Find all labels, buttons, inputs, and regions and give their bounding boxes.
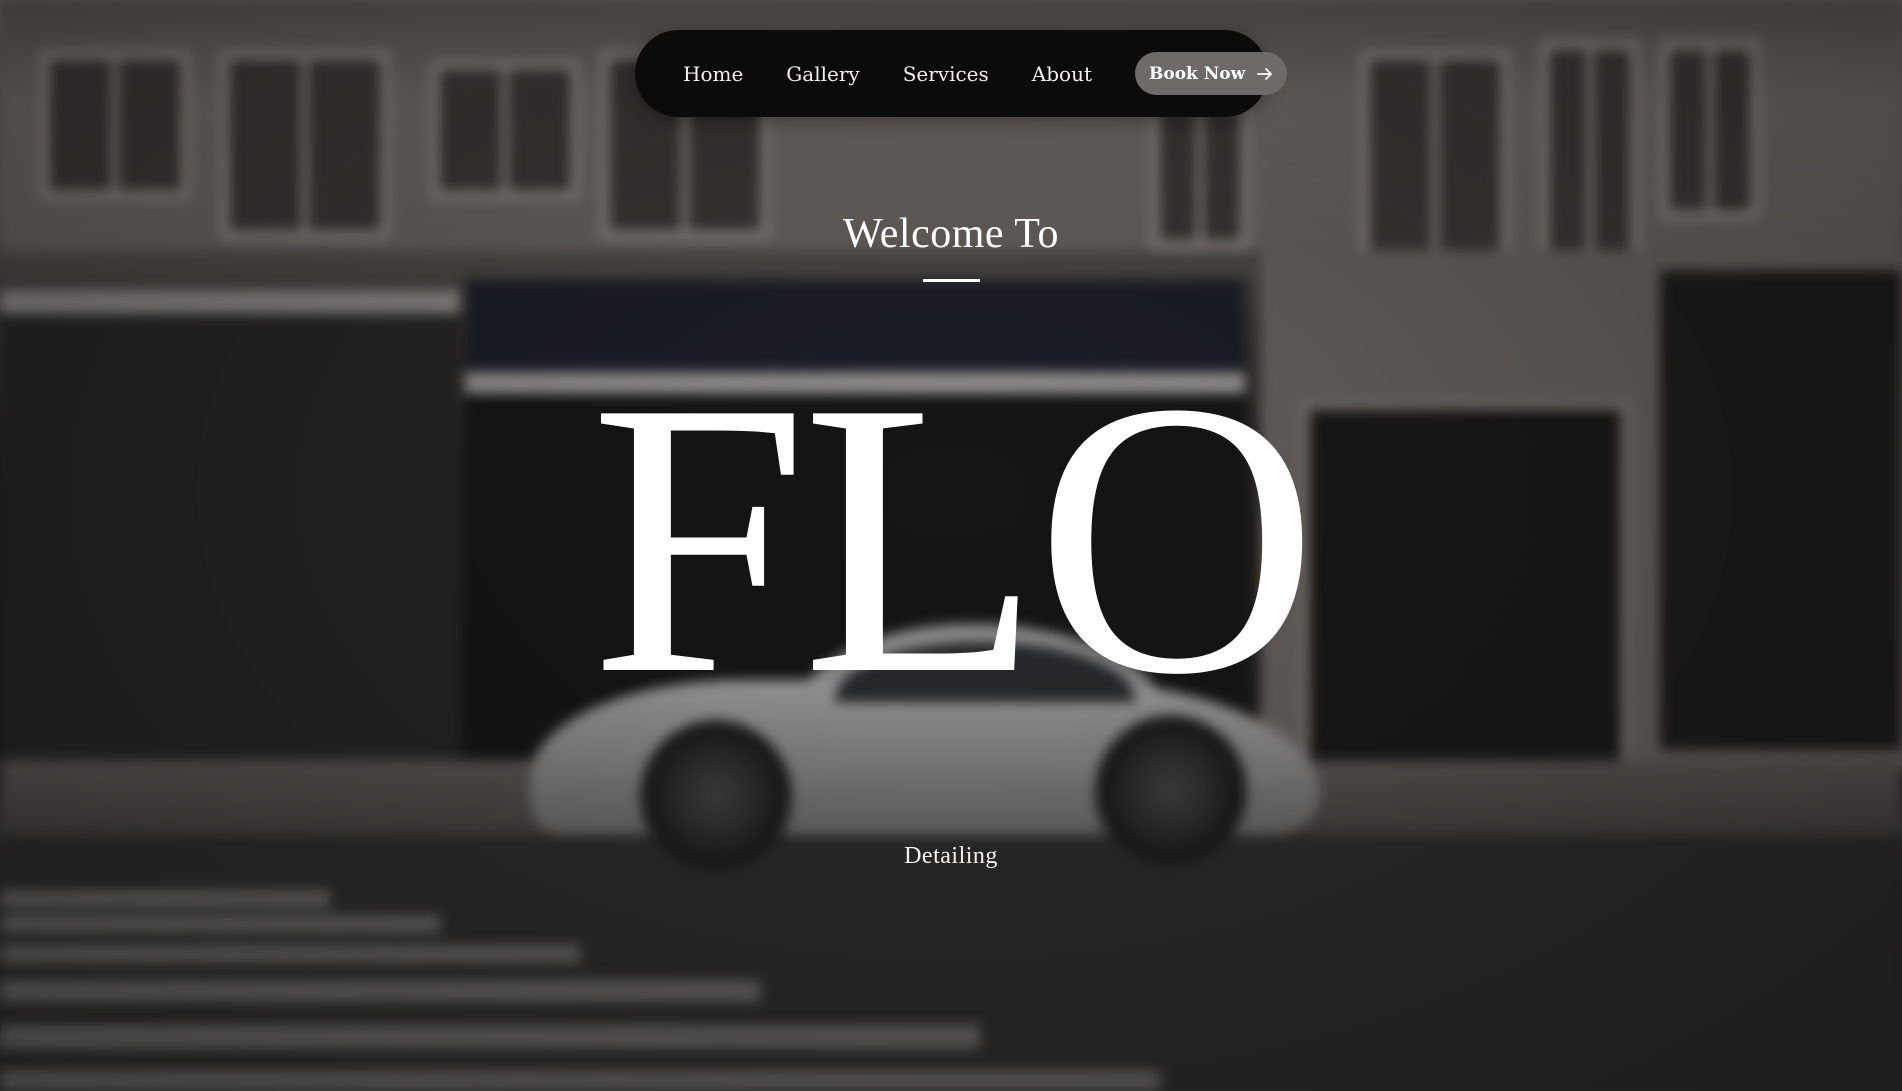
brand-title: FLO	[589, 321, 1319, 755]
arrow-right-icon	[1257, 66, 1273, 82]
welcome-heading: Welcome To	[842, 211, 1059, 257]
nav-link-about[interactable]: About	[1032, 62, 1092, 86]
brand-subtitle: Detailing	[904, 843, 998, 869]
welcome-divider	[923, 279, 980, 282]
nav-link-services[interactable]: Services	[903, 62, 989, 86]
book-now-label: Book Now	[1149, 63, 1246, 84]
book-now-button[interactable]: Book Now	[1135, 52, 1288, 95]
nav-link-home[interactable]: Home	[683, 62, 743, 86]
hero-section: Home Gallery Services About Book Now Wel…	[0, 0, 1902, 1091]
nav-link-gallery[interactable]: Gallery	[786, 62, 859, 86]
top-navigation: Home Gallery Services About Book Now	[635, 30, 1288, 117]
